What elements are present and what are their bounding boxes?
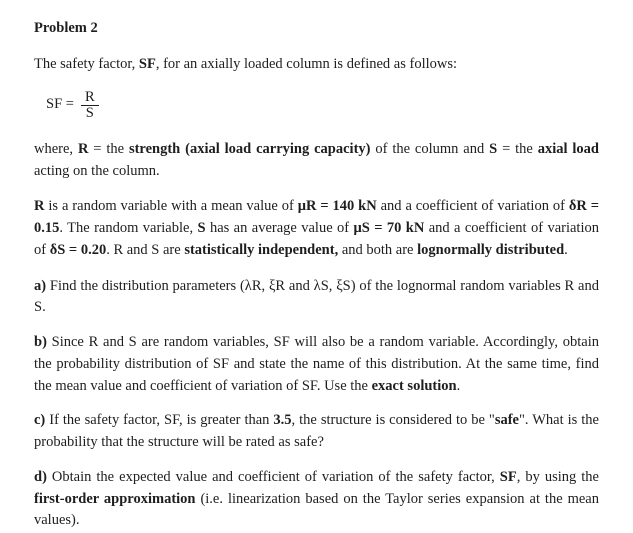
param-r: R <box>34 198 44 214</box>
where-s: S <box>489 141 497 157</box>
param-text-9: . <box>564 242 568 258</box>
part-c-label: c) <box>34 412 49 428</box>
where-text-4: = the <box>497 141 538 157</box>
part-b-bold: exact solution <box>372 378 457 394</box>
param-mur: μR = 140 kN <box>298 198 377 214</box>
part-d-bold-2: first-order approximation <box>34 491 196 507</box>
part-b-label: b) <box>34 334 52 350</box>
param-s: S <box>197 220 205 236</box>
where-bold-1: strength (axial load carrying capacity) <box>129 141 371 157</box>
param-text-7: . R and S are <box>106 242 184 258</box>
part-b-text-1: Since R and S are random variables, SF w… <box>34 334 599 394</box>
part-a-text: Find the distribution parameters (λR, ξR… <box>34 278 599 316</box>
param-lognorm: lognormally distributed <box>417 242 564 258</box>
formula-lhs: SF = <box>46 94 74 116</box>
part-d-label: d) <box>34 469 52 485</box>
param-indep: statistically independent, <box>184 242 338 258</box>
where-text-3: of the column and <box>371 141 490 157</box>
parameters-paragraph: R is a random variable with a mean value… <box>34 196 599 261</box>
param-text-8: and both are <box>338 242 417 258</box>
formula: SF = R S <box>46 90 599 121</box>
fraction-numerator: R <box>80 90 100 105</box>
part-d-bold-1: SF <box>500 469 517 485</box>
part-b-text-2: . <box>457 378 461 394</box>
part-a-label: a) <box>34 278 50 294</box>
param-text-2: is a random variable with a mean value o… <box>44 198 297 214</box>
intro-paragraph: The safety factor, SF, for an axially lo… <box>34 54 599 76</box>
part-d-text-1: Obtain the expected value and coefficien… <box>52 469 500 485</box>
intro-sf: SF <box>139 56 156 72</box>
part-c: c) If the safety factor, SF, is greater … <box>34 410 599 454</box>
intro-text-2: , for an axially loaded column is define… <box>156 56 457 72</box>
where-text-1: where, <box>34 141 78 157</box>
param-text-3: and a coefficient of variation of <box>377 198 569 214</box>
fraction: R S <box>80 90 100 121</box>
part-b: b) Since R and S are random variables, S… <box>34 332 599 397</box>
where-text-5: acting on the column. <box>34 163 160 179</box>
param-deltas: δS = 0.20 <box>50 242 106 258</box>
where-text-2: = the <box>88 141 129 157</box>
part-c-text-1: If the safety factor, SF, is greater tha… <box>49 412 273 428</box>
param-text-4: . The random variable, <box>59 220 197 236</box>
intro-text-1: The safety factor, <box>34 56 139 72</box>
part-d: d) Obtain the expected value and coeffic… <box>34 467 599 532</box>
part-d-text-2: , by using the <box>517 469 599 485</box>
where-r: R <box>78 141 88 157</box>
where-bold-2: axial load <box>538 141 599 157</box>
where-paragraph: where, R = the strength (axial load carr… <box>34 139 599 183</box>
param-text-5: has an average value of <box>206 220 354 236</box>
part-c-bold-1: 3.5 <box>273 412 291 428</box>
fraction-denominator: S <box>81 105 99 121</box>
param-mus: μS = 70 kN <box>354 220 425 236</box>
part-c-text-2: , the structure is considered to be " <box>292 412 495 428</box>
part-c-bold-2: safe <box>495 412 519 428</box>
part-a: a) Find the distribution parameters (λR,… <box>34 276 599 320</box>
problem-title: Problem 2 <box>34 18 599 40</box>
